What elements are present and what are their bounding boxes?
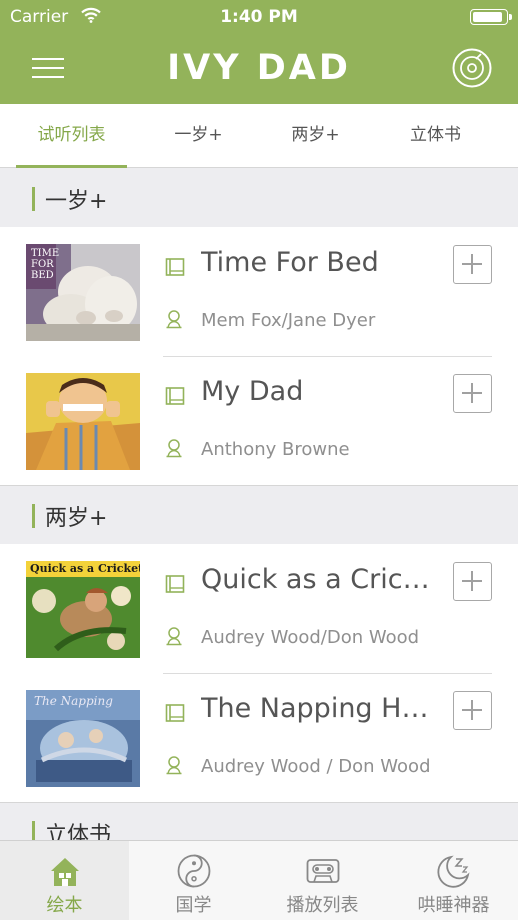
book-cover-image: Quick as a Cricket [26, 561, 140, 658]
tab-listen-list[interactable]: 试听列表 [16, 104, 127, 168]
status-bar: Carrier 1:40 PM [0, 0, 518, 34]
tab-one-year[interactable]: 一岁+ [143, 104, 254, 168]
section-header: 两岁+ [0, 486, 518, 544]
tabbar-label: 哄睡神器 [417, 895, 490, 916]
tab-two-years[interactable]: 两岁+ [260, 104, 371, 168]
book-row[interactable]: My Dad Anthony Browne [0, 356, 518, 485]
book-icon [165, 387, 185, 405]
book-list[interactable]: 一岁+ TIME FOR BED Time For Bed Mem Fox/Ja… [0, 169, 518, 840]
cover-title-text: TIME FOR BED [31, 248, 60, 281]
book-author: Mem Fox/Jane Dyer [201, 310, 376, 331]
person-icon [166, 439, 182, 458]
book-author: Audrey Wood/Don Wood [201, 627, 420, 648]
person-icon [166, 627, 182, 646]
add-button[interactable] [453, 245, 492, 284]
book-author: Anthony Browne [201, 439, 350, 460]
tabbar-item-playlist[interactable]: 播放列表 [258, 841, 387, 920]
tabbar-item-picture-books[interactable]: 绘本 [0, 841, 129, 920]
book-cover-image: The Napping [26, 690, 140, 787]
book-title: My Dad [201, 376, 304, 407]
app-title: IVY DAD [167, 48, 351, 88]
active-tab-indicator [16, 165, 127, 168]
tabbar-label: 国学 [175, 895, 212, 916]
cassette-icon [306, 859, 340, 883]
cover-title-text: The Napping [34, 694, 113, 708]
section-marker [32, 504, 35, 528]
disc-icon[interactable] [452, 48, 492, 88]
tabbar-item-sleep-aid[interactable]: 哄睡神器 [389, 841, 518, 920]
tab-popup-books[interactable]: 立体书 [380, 104, 491, 168]
book-author: Audrey Wood / Don Wood [201, 756, 431, 777]
tabbar-label: 绘本 [46, 895, 83, 916]
book-title: The Napping House [201, 693, 433, 724]
book-title: Quick as a Cricket [201, 564, 433, 595]
moon-sleep-icon [437, 855, 470, 888]
cover-title-text: Quick as a Cricket [30, 562, 140, 575]
book-row[interactable]: TIME FOR BED Time For Bed Mem Fox/Jane D… [0, 227, 518, 356]
add-button[interactable] [453, 691, 492, 730]
book-cover-image [26, 373, 140, 470]
section-header: 立体书 [0, 803, 518, 840]
person-icon [166, 756, 182, 775]
section-rows: TIME FOR BED Time For Bed Mem Fox/Jane D… [0, 227, 518, 486]
yin-yang-icon [177, 854, 211, 888]
category-tabs: 试听列表 一岁+ 两岁+ 立体书 [0, 104, 518, 168]
book-icon [165, 704, 185, 722]
book-row[interactable]: Quick as a Cricket Quick as a Cricket Au… [0, 544, 518, 673]
status-time: 1:40 PM [220, 7, 298, 27]
book-title: Time For Bed [201, 247, 379, 278]
tabbar-label: 播放列表 [286, 895, 359, 916]
bottom-tab-bar: 绘本 国学 播放列表 哄睡神器 [0, 840, 518, 920]
section-title: 两岁+ [45, 506, 108, 531]
section-header: 一岁+ [0, 169, 518, 227]
add-button[interactable] [453, 374, 492, 413]
battery-level [473, 12, 502, 22]
top-bar: Carrier 1:40 PM IVY DAD [0, 0, 518, 104]
section-marker [32, 187, 35, 211]
book-icon [165, 258, 185, 276]
book-row[interactable]: The Napping The Napping House Audrey Woo… [0, 673, 518, 802]
battery-icon [470, 9, 512, 25]
tabbar-item-chinese-classics[interactable]: 国学 [129, 841, 258, 920]
section-rows: Quick as a Cricket Quick as a Cricket Au… [0, 544, 518, 803]
book-icon [165, 575, 185, 593]
section-title: 立体书 [45, 823, 112, 840]
person-icon [166, 310, 182, 329]
section-title: 一岁+ [45, 189, 108, 214]
book-cover-image: TIME FOR BED [26, 244, 140, 341]
house-icon [51, 858, 79, 886]
section-marker [32, 821, 35, 840]
add-button[interactable] [453, 562, 492, 601]
